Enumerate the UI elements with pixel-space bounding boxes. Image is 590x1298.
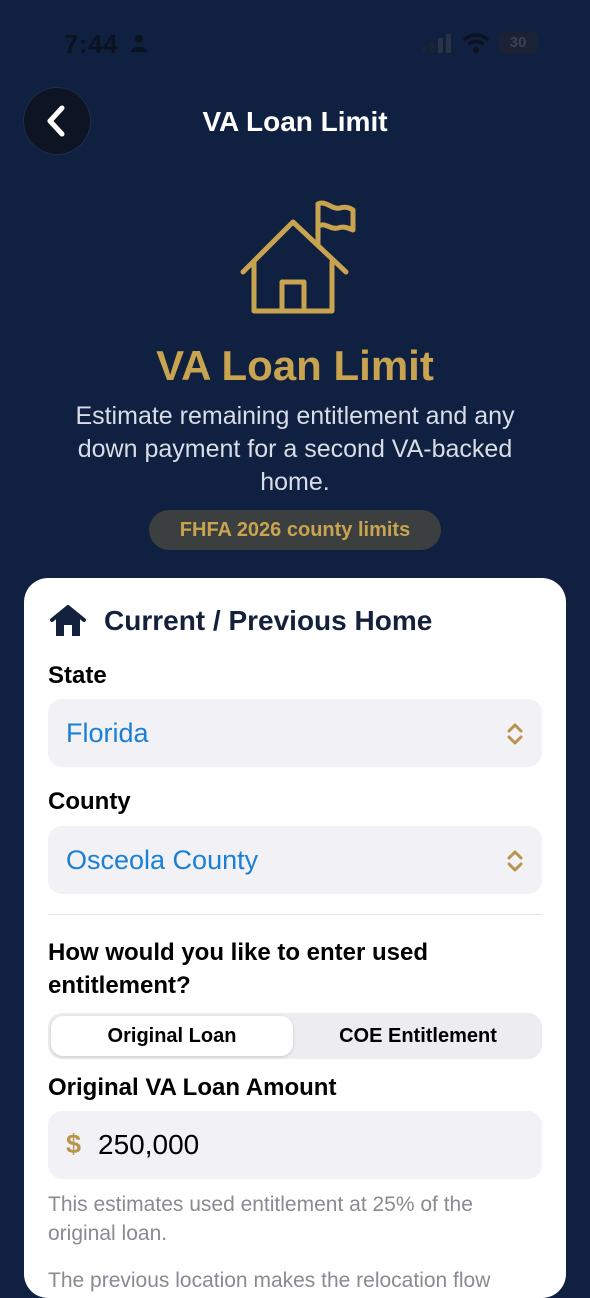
wifi-icon <box>462 33 490 53</box>
hero-title: VA Loan Limit <box>156 342 434 389</box>
status-bar: 7:44 30 <box>0 0 590 88</box>
house-flag-icon <box>240 200 356 314</box>
segment-original-loan[interactable]: Original Loan <box>51 1016 293 1056</box>
person-icon <box>131 35 147 52</box>
state-select[interactable]: Florida <box>48 699 542 767</box>
limits-badge: FHFA 2026 county limits <box>149 510 441 550</box>
status-time: 7:44 <box>64 29 119 59</box>
county-select[interactable]: Osceola County <box>48 826 542 894</box>
card-header: Current / Previous Home <box>50 604 432 638</box>
help-text: This estimates used entitlement at 25% o… <box>48 1193 473 1245</box>
county-value: Osceola County <box>66 845 259 875</box>
chevron-up-down-icon <box>507 723 523 745</box>
entitlement-segmented-control: Original Loan COE Entitlement <box>48 1013 542 1059</box>
help-text-secondary: The previous location makes the relocati… <box>48 1269 491 1292</box>
previous-home-card: Current / Previous Home State Florida Co… <box>24 578 566 1298</box>
state-label: State <box>48 662 107 689</box>
card-title: Current / Previous Home <box>104 605 433 636</box>
cellular-signal-icon <box>422 34 451 53</box>
house-icon <box>50 605 86 636</box>
battery-icon: 30 <box>498 32 538 54</box>
loan-amount-value: 250,000 <box>98 1129 200 1160</box>
state-value: Florida <box>66 718 149 748</box>
loan-amount-input[interactable]: $ 250,000 <box>48 1111 542 1179</box>
nav-title: VA Loan Limit <box>202 106 388 137</box>
chevron-up-down-icon <box>507 850 523 872</box>
divider <box>48 914 542 915</box>
loan-amount-label: Original VA Loan Amount <box>48 1074 337 1101</box>
county-label: County <box>48 788 131 815</box>
hero-subtitle: Estimate remaining entitlement and any d… <box>75 402 515 496</box>
entitlement-question: How would you like to enter used entitle… <box>48 939 429 999</box>
navigation-bar: VA Loan Limit <box>0 88 590 158</box>
segment-coe-entitlement[interactable]: COE Entitlement <box>297 1016 539 1056</box>
currency-symbol: $ <box>66 1129 82 1159</box>
